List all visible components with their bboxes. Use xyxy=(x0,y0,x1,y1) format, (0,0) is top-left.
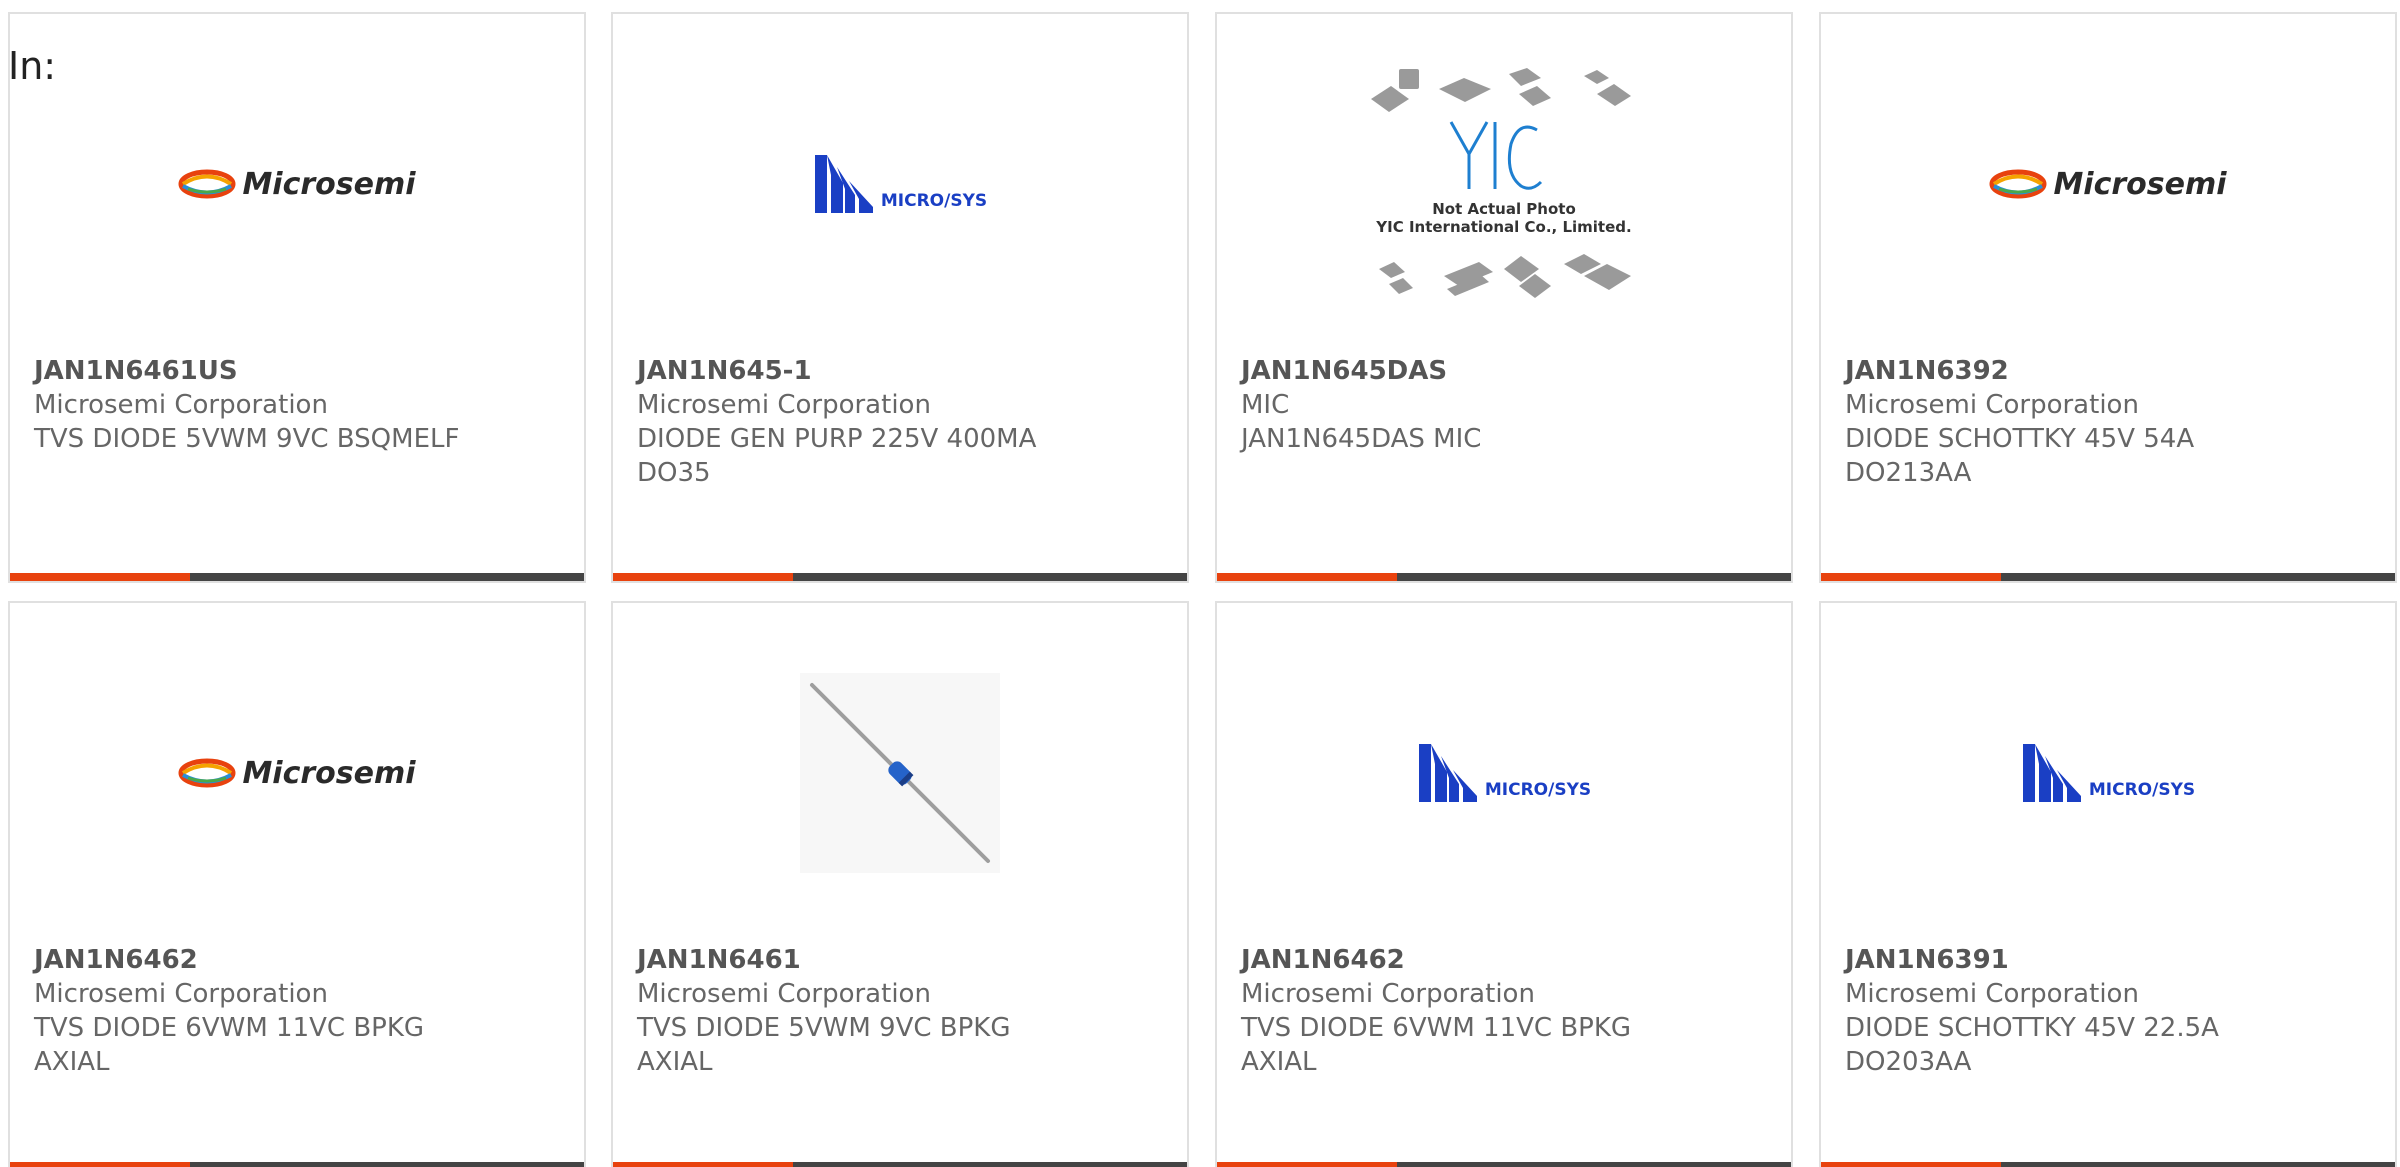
description-line-2: DO203AA xyxy=(1845,1047,1972,1077)
product-card[interactable]: MICRO/SYS JAN1N6391 Microsemi Corporatio… xyxy=(1819,601,2397,1167)
part-number-link[interactable]: JAN1N6461 xyxy=(637,943,1171,977)
microsys-logo: MICRO/SYS xyxy=(2021,742,2195,804)
manufacturer-name: Microsemi Corporation xyxy=(637,390,931,420)
product-image[interactable]: MICRO/SYS xyxy=(613,54,1187,314)
card-bottom-bar xyxy=(10,573,584,581)
part-number-link[interactable]: JAN1N645DAS xyxy=(1241,354,1775,388)
yic-caption-line2: YIC International Co., Limited. xyxy=(1375,218,1631,236)
microsys-emblem-icon xyxy=(2022,744,2081,802)
part-number-link[interactable]: JAN1N6391 xyxy=(1845,943,2379,977)
card-bottom-bar xyxy=(1217,573,1791,581)
description-line-1: DIODE SCHOTTKY 45V 54A xyxy=(1845,424,2195,454)
microsemi-swirl-icon xyxy=(1989,169,2047,199)
microsemi-logo-text: Microsemi xyxy=(242,755,416,791)
description-line-1: TVS DIODE 6VWM 11VC BPKG xyxy=(1241,1013,1632,1043)
product-info: JAN1N645-1 Microsemi Corporation DIODE G… xyxy=(637,354,1171,490)
description-line-2: AXIAL xyxy=(34,1047,110,1077)
microsemi-logo-text: Microsemi xyxy=(2053,166,2227,202)
description-line-1: JAN1N645DAS MIC xyxy=(1241,424,1482,454)
product-image[interactable]: Microsemi xyxy=(1821,54,2395,314)
card-bottom-bar xyxy=(10,1162,584,1167)
axial-diode-icon xyxy=(810,683,990,863)
product-info: JAN1N6392 Microsemi Corporation DIODE SC… xyxy=(1845,354,2379,490)
manufacturer-name: Microsemi Corporation xyxy=(1241,979,1535,1009)
description-line-1: DIODE SCHOTTKY 45V 22.5A xyxy=(1845,1013,2219,1043)
product-card[interactable]: MICRO/SYS JAN1N645-1 Microsemi Corporati… xyxy=(611,12,1189,583)
product-image[interactable]: MICRO/SYS xyxy=(1217,643,1791,903)
product-image[interactable] xyxy=(613,643,1187,903)
description-line-1: DIODE GEN PURP 225V 400MA xyxy=(637,424,1037,454)
microsys-emblem-icon xyxy=(814,155,873,213)
product-image[interactable]: Not Actual Photo YIC International Co., … xyxy=(1217,54,1791,314)
card-accent-bar xyxy=(1821,573,2001,581)
microsys-logo: MICRO/SYS xyxy=(813,153,987,215)
product-image[interactable]: MICRO/SYS xyxy=(1821,643,2395,903)
product-card[interactable]: Microsemi JAN1N6392 Microsemi Corporatio… xyxy=(1819,12,2397,583)
part-number-link[interactable]: JAN1N6462 xyxy=(34,943,568,977)
yic-placeholder-image: Not Actual Photo YIC International Co., … xyxy=(1369,64,1639,304)
microsys-emblem-icon xyxy=(1418,744,1477,802)
product-info: JAN1N6462 Microsemi Corporation TVS DIOD… xyxy=(34,943,568,1079)
microsemi-logo: Microsemi xyxy=(1989,166,2227,202)
manufacturer-name: Microsemi Corporation xyxy=(34,979,328,1009)
yic-caption-line1: Not Actual Photo xyxy=(1432,200,1576,218)
microsys-logo-text: MICRO/SYS xyxy=(1484,780,1592,800)
card-accent-bar xyxy=(10,573,190,581)
product-info: JAN1N645DAS MIC JAN1N645DAS MIC xyxy=(1241,354,1775,456)
description-line-2: AXIAL xyxy=(1241,1047,1317,1077)
chip-collage-icon: Not Actual Photo YIC International Co., … xyxy=(1371,68,1632,298)
product-info: JAN1N6462 Microsemi Corporation TVS DIOD… xyxy=(1241,943,1775,1079)
card-accent-bar xyxy=(10,1162,190,1167)
description-line-1: TVS DIODE 5VWM 9VC BSQMELF xyxy=(34,424,460,454)
microsemi-logo-text: Microsemi xyxy=(242,166,416,202)
microsys-logo-text: MICRO/SYS xyxy=(2088,780,2196,800)
diode-photo xyxy=(800,673,1000,873)
product-card[interactable]: Microsemi JAN1N6462 Microsemi Corporatio… xyxy=(8,601,586,1167)
card-bottom-bar xyxy=(1217,1162,1791,1167)
product-info: JAN1N6391 Microsemi Corporation DIODE SC… xyxy=(1845,943,2379,1079)
product-card[interactable]: Microsemi JAN1N6461US Microsemi Corporat… xyxy=(8,12,586,583)
product-image[interactable]: Microsemi xyxy=(10,54,584,314)
card-accent-bar xyxy=(1821,1162,2001,1167)
manufacturer-name: Microsemi Corporation xyxy=(1845,979,2139,1009)
product-info: JAN1N6461 Microsemi Corporation TVS DIOD… xyxy=(637,943,1171,1079)
microsemi-logo: Microsemi xyxy=(178,755,416,791)
manufacturer-name: MIC xyxy=(1241,390,1290,420)
description-line-1: TVS DIODE 5VWM 9VC BPKG xyxy=(637,1013,1011,1043)
card-accent-bar xyxy=(613,573,793,581)
microsemi-logo: Microsemi xyxy=(178,166,416,202)
product-card[interactable]: MICRO/SYS JAN1N6462 Microsemi Corporatio… xyxy=(1215,601,1793,1167)
part-number-link[interactable]: JAN1N6462 xyxy=(1241,943,1775,977)
manufacturer-name: Microsemi Corporation xyxy=(1845,390,2139,420)
card-bottom-bar xyxy=(613,573,1187,581)
description-line-2: DO35 xyxy=(637,458,711,488)
product-info: JAN1N6461US Microsemi Corporation TVS DI… xyxy=(34,354,568,456)
product-image[interactable]: Microsemi xyxy=(10,643,584,903)
microsemi-swirl-icon xyxy=(178,169,236,199)
product-grid-page: In: Microsemi JAN1N6461US Microsemi Corp… xyxy=(0,0,2400,1167)
in-label: In: xyxy=(8,44,57,88)
card-bottom-bar xyxy=(1821,573,2395,581)
manufacturer-name: Microsemi Corporation xyxy=(637,979,931,1009)
part-number-link[interactable]: JAN1N645-1 xyxy=(637,354,1171,388)
part-number-link[interactable]: JAN1N6392 xyxy=(1845,354,2379,388)
card-accent-bar xyxy=(1217,1162,1397,1167)
product-card[interactable]: Not Actual Photo YIC International Co., … xyxy=(1215,12,1793,583)
manufacturer-name: Microsemi Corporation xyxy=(34,390,328,420)
card-accent-bar xyxy=(1217,573,1397,581)
card-bottom-bar xyxy=(613,1162,1187,1167)
description-line-1: TVS DIODE 6VWM 11VC BPKG xyxy=(34,1013,425,1043)
microsemi-swirl-icon xyxy=(178,758,236,788)
card-accent-bar xyxy=(613,1162,793,1167)
description-line-2: DO213AA xyxy=(1845,458,1972,488)
part-number-link[interactable]: JAN1N6461US xyxy=(34,354,568,388)
microsys-logo-text: MICRO/SYS xyxy=(880,191,988,211)
description-line-2: AXIAL xyxy=(637,1047,713,1077)
card-bottom-bar xyxy=(1821,1162,2395,1167)
product-card[interactable]: JAN1N6461 Microsemi Corporation TVS DIOD… xyxy=(611,601,1189,1167)
microsys-logo: MICRO/SYS xyxy=(1417,742,1591,804)
